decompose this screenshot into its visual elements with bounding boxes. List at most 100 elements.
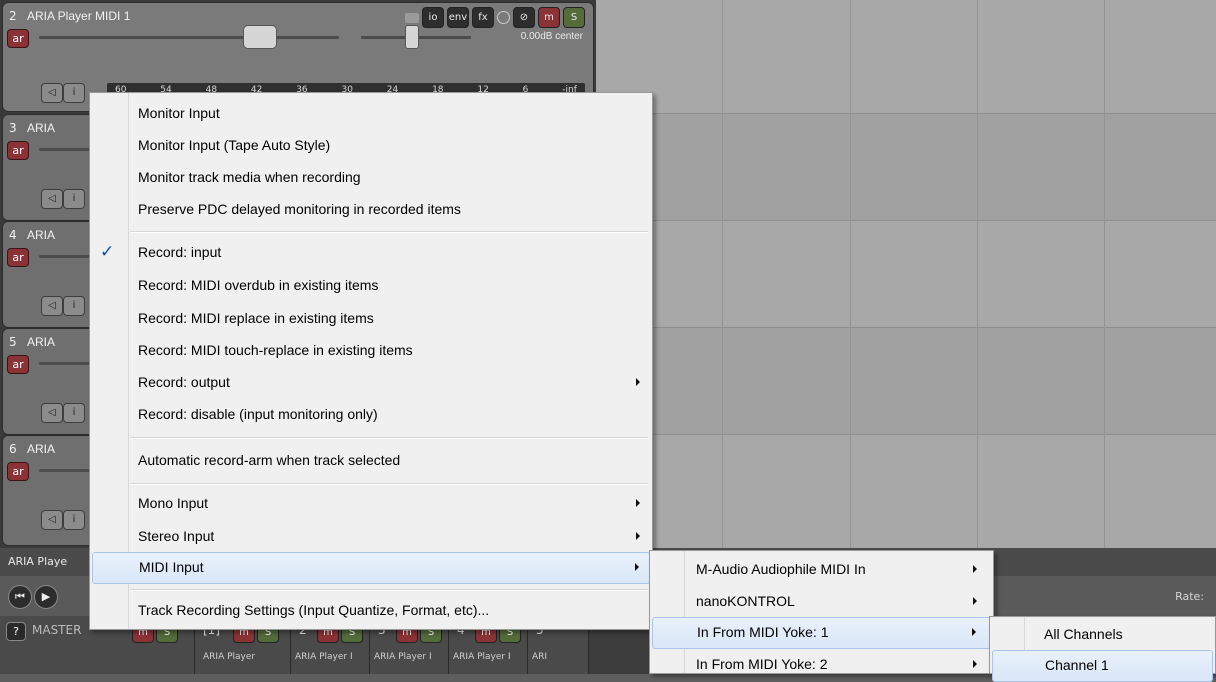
track-number: 6 <box>9 442 17 456</box>
midi-channel-submenu: All Channels Channel 1 <box>989 616 1216 682</box>
grid-line <box>722 0 723 575</box>
track-lane[interactable] <box>596 220 1216 327</box>
input-icon[interactable]: ◁ <box>41 296 63 316</box>
record-monitor-icon[interactable]: ⊘ <box>513 7 535 28</box>
track-lane[interactable] <box>596 327 1216 434</box>
menu-item-label: Record: MIDI touch-replace in existing i… <box>138 342 413 358</box>
mixer-strip-name: ARI <box>532 652 548 662</box>
play-icon[interactable]: ▶ <box>34 585 58 609</box>
menu-item-midi-input[interactable]: MIDI Input <box>92 552 650 584</box>
menu-item-label: Track Recording Settings (Input Quantize… <box>138 602 490 618</box>
menu-item-stereo-input[interactable]: Stereo Input <box>92 521 650 553</box>
submenu-arrow-icon <box>635 563 639 571</box>
menu-item-record-disable[interactable]: Record: disable (input monitoring only) <box>92 399 650 431</box>
menu-item-label: Stereo Input <box>138 528 215 544</box>
input-icon[interactable]: ◁ <box>41 403 63 423</box>
input-icon[interactable]: ◁ <box>41 510 63 530</box>
menu-item-auto-record-arm[interactable]: Automatic record-arm when track selected <box>92 445 650 477</box>
input-icon[interactable]: ◁ <box>41 83 63 103</box>
menu-item-track-recording-settings[interactable]: Track Recording Settings (Input Quantize… <box>92 595 650 627</box>
record-arm-button[interactable]: ar <box>7 355 29 374</box>
fx-bar-label: ARIA Playe <box>8 555 68 568</box>
track-name[interactable]: ARIA <box>27 228 55 242</box>
record-arm-button[interactable]: ar <box>7 248 29 267</box>
checkmark-icon: ✓ <box>100 242 115 261</box>
menu-item-label: In From MIDI Yoke: 2 <box>696 656 828 672</box>
arrange-view[interactable] <box>596 0 1216 575</box>
input-monitor-icon[interactable]: i <box>63 83 85 103</box>
grid-line <box>977 0 978 575</box>
input-monitor-icon[interactable]: i <box>63 296 85 316</box>
menu-item-label: nanoKONTROL <box>696 593 795 609</box>
menu-item-label: In From MIDI Yoke: 1 <box>697 624 829 640</box>
menu-item-preserve-pdc[interactable]: Preserve PDC delayed monitoring in recor… <box>92 194 650 226</box>
track-lane[interactable] <box>596 0 1216 113</box>
input-monitor-icon[interactable]: i <box>63 510 85 530</box>
menu-item-m-audio-midi-in[interactable]: M-Audio Audiophile MIDI In <box>652 554 991 586</box>
menu-separator <box>130 437 648 439</box>
menu-item-label: Mono Input <box>138 495 209 511</box>
menu-item-label: All Channels <box>1044 626 1123 642</box>
menu-item-midi-yoke-2[interactable]: In From MIDI Yoke: 2 <box>652 649 991 681</box>
mute-button[interactable]: m <box>538 7 560 28</box>
menu-separator <box>130 231 648 233</box>
io-button[interactable]: io <box>422 7 444 28</box>
go-to-start-icon[interactable]: ⏮ <box>8 585 32 609</box>
grid-line <box>850 0 851 575</box>
submenu-arrow-icon <box>973 597 977 605</box>
menu-item-record-midi-overdub[interactable]: Record: MIDI overdub in existing items <box>92 270 650 302</box>
track-lane[interactable] <box>596 113 1216 220</box>
volume-fader[interactable] <box>39 36 339 39</box>
record-arm-button[interactable]: ar <box>7 29 29 48</box>
volume-pan-readout: 0.00dB center <box>520 31 583 42</box>
pan-knob[interactable] <box>405 25 419 49</box>
menu-item-midi-yoke-1[interactable]: In From MIDI Yoke: 1 <box>652 617 991 649</box>
menu-item-mono-input[interactable]: Mono Input <box>92 488 650 520</box>
menu-item-label: Record: MIDI overdub in existing items <box>138 277 379 293</box>
track-number: 4 <box>9 228 17 242</box>
lane-divider <box>596 434 1216 435</box>
lane-divider <box>596 220 1216 221</box>
track-name[interactable]: ARIA Player MIDI 1 <box>27 9 130 23</box>
menu-item-label: Channel 1 <box>1045 657 1109 673</box>
track-lane[interactable] <box>596 434 1216 548</box>
input-icon[interactable]: ◁ <box>41 189 63 209</box>
menu-item-monitor-track-media[interactable]: Monitor track media when recording <box>92 162 650 194</box>
submenu-arrow-icon <box>636 499 640 507</box>
submenu-arrow-icon <box>636 532 640 540</box>
menu-item-monitor-input-tape[interactable]: Monitor Input (Tape Auto Style) <box>92 130 650 162</box>
menu-item-record-input[interactable]: ✓ Record: input <box>92 237 650 269</box>
volume-fader-knob[interactable] <box>243 25 277 49</box>
help-icon[interactable]: ? <box>6 622 26 641</box>
menu-item-nanokontrol[interactable]: nanoKONTROL <box>652 586 991 618</box>
track-name[interactable]: ARIA <box>27 121 55 135</box>
menu-item-label: Automatic record-arm when track selected <box>138 452 401 468</box>
mixer-strip-name: ARIA Player I <box>374 652 432 662</box>
record-arm-button[interactable]: ar <box>7 141 29 160</box>
record-arm-button[interactable]: ar <box>7 462 29 481</box>
fx-button[interactable]: fx <box>472 7 494 28</box>
submenu-arrow-icon <box>636 378 640 386</box>
menu-separator <box>130 589 648 591</box>
menu-item-label: Monitor Input (Tape Auto Style) <box>138 137 331 153</box>
master-label: MASTER <box>32 623 82 637</box>
phase-icon[interactable] <box>497 11 510 24</box>
solo-button[interactable]: S <box>563 7 585 28</box>
menu-item-label: Monitor track media when recording <box>138 169 361 185</box>
menu-item-channel-1[interactable]: Channel 1 <box>992 650 1213 682</box>
menu-item-all-channels[interactable]: All Channels <box>992 619 1213 651</box>
menu-item-monitor-input[interactable]: Monitor Input <box>92 98 650 130</box>
menu-item-record-midi-replace[interactable]: Record: MIDI replace in existing items <box>92 303 650 335</box>
envelope-button[interactable]: env <box>447 7 469 28</box>
menu-item-record-output[interactable]: Record: output <box>92 367 650 399</box>
menu-item-label: M-Audio Audiophile MIDI In <box>696 561 866 577</box>
track-name[interactable]: ARIA <box>27 442 55 456</box>
input-monitor-icon[interactable]: i <box>63 189 85 209</box>
menu-item-record-midi-touch-replace[interactable]: Record: MIDI touch-replace in existing i… <box>92 335 650 367</box>
input-monitor-icon[interactable]: i <box>63 403 85 423</box>
track-name[interactable]: ARIA <box>27 335 55 349</box>
mixer-strip-name: ARIA Player <box>203 652 256 662</box>
folder-icon[interactable] <box>405 12 419 23</box>
track-button-row: io env fx ⊘ m S <box>405 7 585 28</box>
submenu-arrow-icon <box>973 660 977 668</box>
